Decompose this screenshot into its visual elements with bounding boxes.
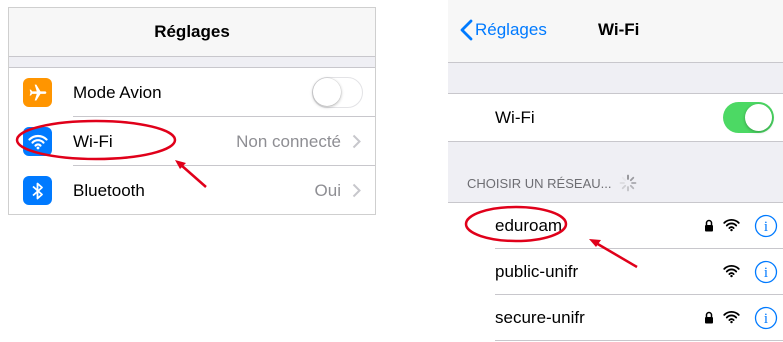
nav-bar: Réglages Wi-Fi (448, 0, 783, 63)
wifi-toggle[interactable] (723, 102, 774, 133)
back-button-label: Réglages (475, 20, 547, 39)
wifi-toggle-row: Wi-Fi (448, 93, 783, 142)
settings-row-label: Wi-Fi (73, 132, 113, 151)
network-list: eduroam i public-unifr i secure-unifr i (448, 202, 783, 342)
info-icon[interactable]: i (754, 306, 778, 330)
network-row-secure-unifr[interactable]: secure-unifr i (448, 295, 783, 341)
wifi-signal-icon (723, 311, 740, 324)
chevron-right-icon (352, 183, 361, 198)
row-divider (495, 340, 783, 341)
airplane-icon (23, 78, 52, 107)
network-name: eduroam (495, 216, 563, 235)
nav-bar: Réglages (9, 8, 375, 57)
lock-icon (705, 219, 713, 232)
svg-text:i: i (764, 265, 768, 281)
network-row-eduroam[interactable]: eduroam i (448, 203, 783, 249)
network-name: public-unifr (495, 262, 579, 281)
page-title: Réglages (154, 22, 230, 41)
wifi-toggle-label: Wi-Fi (495, 108, 535, 127)
toggle-knob (745, 104, 772, 131)
toggle-knob (313, 78, 341, 106)
back-button[interactable]: Réglages (460, 19, 547, 41)
lock-icon (705, 311, 713, 324)
network-name: secure-unifr (495, 308, 585, 327)
spinner-icon (620, 174, 637, 192)
bluetooth-icon (23, 176, 52, 205)
chevron-left-icon (460, 19, 473, 41)
settings-panel: Réglages Mode Avion Wi-Fi Non connecté B… (8, 7, 376, 215)
wifi-signal-icon (723, 219, 740, 232)
section-header-label: CHOISIR UN RÉSEAU... (467, 175, 612, 191)
svg-text:i: i (764, 219, 768, 235)
wifi-status-value: Non connecté (236, 132, 341, 151)
settings-row-label: Bluetooth (73, 181, 145, 200)
settings-list: Mode Avion Wi-Fi Non connecté Bluetooth … (9, 67, 375, 214)
chevron-right-icon (352, 134, 361, 149)
section-header: CHOISIR UN RÉSEAU... (467, 174, 637, 192)
airplane-mode-toggle[interactable] (312, 77, 363, 108)
info-icon[interactable]: i (754, 214, 778, 238)
wifi-panel: Réglages Wi-Fi Wi-Fi CHOISIR UN RÉSEAU..… (448, 0, 783, 342)
page-title: Wi-Fi (598, 20, 640, 39)
network-row-public-unifr[interactable]: public-unifr i (448, 249, 783, 295)
info-icon[interactable]: i (754, 260, 778, 284)
settings-row-airplane-mode[interactable]: Mode Avion (9, 68, 375, 117)
wifi-signal-icon (723, 265, 740, 278)
settings-row-wifi[interactable]: Wi-Fi Non connecté (9, 117, 375, 166)
bluetooth-status-value: Oui (314, 181, 341, 200)
wifi-icon (23, 127, 52, 156)
svg-text:i: i (764, 311, 768, 327)
settings-row-bluetooth[interactable]: Bluetooth Oui (9, 166, 375, 214)
settings-row-label: Mode Avion (73, 83, 162, 102)
